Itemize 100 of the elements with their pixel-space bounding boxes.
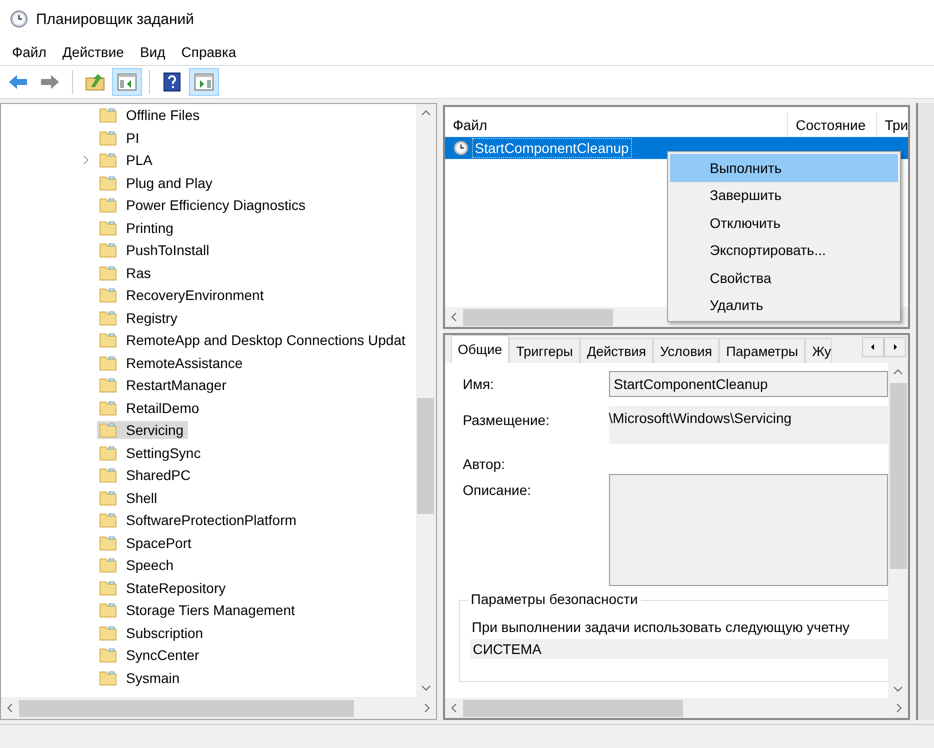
- account-field: СИСТЕМА: [470, 639, 888, 659]
- scroll-left-icon[interactable]: [450, 312, 457, 322]
- folder-icon: [99, 624, 117, 641]
- tree-item[interactable]: PLA: [97, 151, 156, 170]
- menu-item[interactable]: Вид: [132, 44, 174, 60]
- tab[interactable]: Общие: [450, 335, 510, 363]
- folder-up-icon: [85, 73, 105, 91]
- tree-item[interactable]: RestartManager: [97, 376, 230, 394]
- tree-item[interactable]: Servicing: [97, 421, 188, 440]
- tab[interactable]: Действия: [580, 338, 654, 363]
- tree-item[interactable]: Speech: [97, 556, 178, 574]
- menu-item[interactable]: Файл: [4, 44, 54, 60]
- location-field: \Microsoft\Windows\Servicing: [608, 406, 888, 444]
- tree-item[interactable]: Shell: [97, 488, 162, 507]
- menu-item[interactable]: Выполнить: [670, 154, 898, 182]
- group-title: Параметры безопасности: [468, 591, 641, 607]
- scroll-right-icon[interactable]: [424, 703, 430, 713]
- panel-left-icon: [117, 73, 137, 91]
- folder-icon: [99, 310, 117, 326]
- tab[interactable]: Триггеры: [509, 338, 580, 363]
- scrollbar-thumb[interactable]: [19, 700, 354, 716]
- tree-item[interactable]: PI: [97, 128, 144, 147]
- tab[interactable]: Жу: [805, 338, 832, 363]
- folder-icon: [99, 512, 117, 528]
- folder-icon: [99, 557, 117, 574]
- tree-item[interactable]: RemoteAssistance: [97, 354, 247, 372]
- scroll-left-icon[interactable]: [7, 703, 13, 713]
- menu-item[interactable]: Завершить: [670, 182, 898, 209]
- scrollbar-thumb[interactable]: [890, 383, 907, 569]
- tree-item[interactable]: Registry: [97, 308, 182, 327]
- folder-icon: [99, 152, 117, 168]
- field-label: Описание:: [462, 482, 532, 498]
- scroll-left-icon[interactable]: [450, 703, 457, 713]
- tree-item[interactable]: SyncCenter: [97, 646, 204, 664]
- menu-item[interactable]: Удалить: [670, 292, 898, 319]
- menu-item[interactable]: Отключить: [670, 209, 898, 236]
- tree-item[interactable]: RecoveryEnvironment: [97, 286, 268, 304]
- expand-chevron-icon[interactable]: [83, 155, 89, 166]
- console-tree-toggle[interactable]: [112, 68, 142, 96]
- scrollbar-thumb[interactable]: [462, 700, 683, 716]
- folder-icon: [99, 377, 117, 394]
- folder-icon: [99, 220, 117, 236]
- tree-item[interactable]: Storage Tiers Management: [97, 601, 299, 620]
- scroll-up-icon[interactable]: [893, 369, 904, 375]
- folder-icon: [99, 287, 117, 304]
- folder-icon: [99, 242, 117, 258]
- folder-icon: [99, 354, 117, 371]
- tab-scroll-right-button[interactable]: [884, 337, 906, 357]
- menu-item[interactable]: Экспортировать...: [670, 236, 898, 264]
- scroll-right-icon[interactable]: [896, 703, 902, 713]
- scroll-down-icon[interactable]: [893, 686, 904, 692]
- tree-item[interactable]: Printing: [97, 218, 178, 237]
- tree-item[interactable]: SharedPC: [97, 466, 195, 484]
- scroll-up-icon[interactable]: [420, 110, 431, 116]
- help-icon: [163, 72, 181, 92]
- menu-item[interactable]: Свойства: [670, 264, 898, 292]
- tree-item[interactable]: PushToInstall: [97, 241, 214, 260]
- tree-item[interactable]: RemoteApp and Desktop Connections Updat: [97, 331, 410, 350]
- tree-item[interactable]: Subscription: [97, 624, 208, 642]
- menu-item[interactable]: Действие: [54, 44, 132, 60]
- column-header[interactable]: Три: [876, 111, 908, 137]
- folder-icon: [99, 444, 117, 461]
- triangle-right-icon: [893, 344, 898, 350]
- name-field[interactable]: StartComponentCleanup: [608, 371, 888, 397]
- triangle-left-icon: [871, 344, 876, 350]
- tree-item[interactable]: Power Efficiency Diagnostics: [97, 196, 310, 214]
- field-label: Размещение:: [462, 411, 550, 428]
- scrollbar-thumb[interactable]: [417, 398, 434, 514]
- tree-item[interactable]: Plug and Play: [97, 174, 216, 192]
- menu-item[interactable]: Справка: [173, 44, 244, 60]
- folder-icon: [99, 332, 117, 348]
- scrollbar-thumb[interactable]: [462, 308, 613, 326]
- folder-icon: [99, 422, 117, 438]
- tree-item[interactable]: Sysmain: [97, 668, 184, 687]
- folder-icon: [99, 647, 117, 664]
- description-field[interactable]: [608, 474, 888, 586]
- folder-icon: [99, 174, 117, 191]
- tab-scroll-left-button[interactable]: [862, 337, 884, 357]
- panel-right-icon: [194, 73, 214, 91]
- folder-icon: [99, 467, 117, 484]
- tree-item[interactable]: SoftwareProtectionPlatform: [97, 511, 300, 530]
- arrow-left-icon: [8, 74, 28, 90]
- clock-icon: [10, 10, 28, 28]
- tree-item[interactable]: SpacePort: [97, 534, 196, 552]
- tree-item[interactable]: Offline Files: [97, 106, 204, 124]
- folder-icon: [99, 264, 117, 281]
- folder-icon: [99, 400, 117, 416]
- action-pane-toggle[interactable]: [189, 68, 219, 96]
- scroll-down-icon[interactable]: [420, 685, 431, 691]
- field-label: Автор:: [462, 456, 506, 472]
- tree-item[interactable]: Ras: [97, 264, 155, 282]
- tab[interactable]: Условия: [653, 338, 720, 363]
- tree-item[interactable]: SettingSync: [97, 444, 205, 462]
- folder-icon: [99, 130, 117, 146]
- folder-icon: [99, 197, 117, 214]
- field-label: Имя:: [462, 376, 495, 392]
- tab[interactable]: Параметры: [719, 338, 806, 363]
- arrow-right-icon: [40, 74, 60, 90]
- tree-item[interactable]: StateRepository: [97, 578, 230, 597]
- tree-item[interactable]: RetailDemo: [97, 398, 204, 417]
